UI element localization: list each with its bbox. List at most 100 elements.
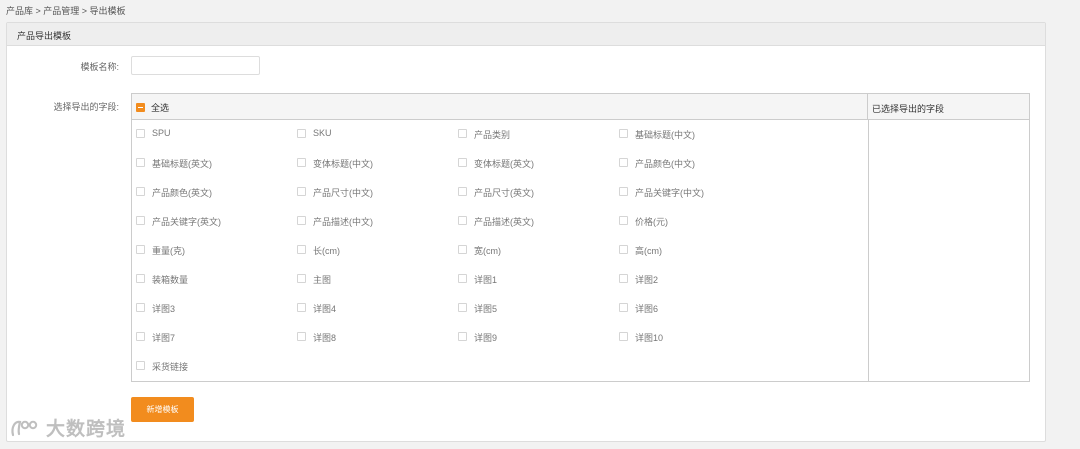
field-checkbox-item[interactable]: 变体标题(中文): [297, 157, 458, 186]
panel-title: 产品导出模板: [7, 23, 1045, 46]
field-checkbox-item[interactable]: 产品关键字(中文): [619, 186, 780, 215]
template-name-input[interactable]: [131, 56, 260, 75]
field-checkbox-item[interactable]: 宽(cm): [458, 244, 619, 273]
field-checkbox-label: 详图5: [474, 304, 498, 314]
field-checkbox-label: 主图: [313, 275, 332, 285]
checkbox-icon[interactable]: [136, 303, 145, 312]
checkbox-icon[interactable]: [458, 303, 467, 312]
field-checkbox-item[interactable]: 详图2: [619, 273, 780, 302]
field-checkbox-item[interactable]: 变体标题(英文): [458, 157, 619, 186]
field-checkbox-item[interactable]: 基础标题(中文): [619, 128, 780, 157]
field-checkbox-item[interactable]: 重量(克): [136, 244, 297, 273]
checkbox-icon[interactable]: [458, 274, 467, 283]
brand-logo-icon: [11, 420, 38, 436]
field-checkbox-item[interactable]: 主图: [297, 273, 458, 302]
field-checkbox-item[interactable]: 基础标题(英文): [136, 157, 297, 186]
field-checkbox-item[interactable]: 长(cm): [297, 244, 458, 273]
field-checkbox-item[interactable]: SPU: [136, 128, 297, 157]
field-checkbox-item[interactable]: 详图7: [136, 331, 297, 360]
checkbox-icon[interactable]: [297, 216, 306, 225]
field-checkbox-label: 产品描述(英文): [474, 217, 534, 227]
field-checkbox-label: SKU: [313, 128, 332, 138]
field-checkbox-label: 采货链接: [152, 362, 189, 372]
checkbox-icon[interactable]: [619, 216, 628, 225]
checkbox-icon[interactable]: [297, 332, 306, 341]
checkbox-icon[interactable]: [297, 158, 306, 167]
field-checkbox-label: 详图4: [313, 304, 337, 314]
field-checkbox-item[interactable]: 产品描述(中文): [297, 215, 458, 244]
field-checkbox-item[interactable]: 详图9: [458, 331, 619, 360]
checkbox-icon[interactable]: [297, 303, 306, 312]
field-checkbox-item[interactable]: 产品描述(英文): [458, 215, 619, 244]
checkbox-icon[interactable]: [297, 245, 306, 254]
checkbox-icon[interactable]: [136, 158, 145, 167]
select-all-label: 全选: [151, 103, 170, 113]
checkbox-icon[interactable]: [297, 274, 306, 283]
checkbox-icon[interactable]: [136, 361, 145, 370]
checkbox-icon[interactable]: [136, 245, 145, 254]
field-checkbox-label: 高(cm): [635, 246, 662, 256]
field-checkbox-item[interactable]: 详图5: [458, 302, 619, 331]
field-checkbox-item[interactable]: 装箱数量: [136, 273, 297, 302]
field-checkbox-label: 详图8: [313, 333, 337, 343]
field-checkbox-label: 宽(cm): [474, 246, 501, 256]
checkbox-icon[interactable]: [619, 303, 628, 312]
checkbox-icon[interactable]: [619, 187, 628, 196]
checkbox-icon[interactable]: [458, 332, 467, 341]
checkbox-icon[interactable]: [136, 129, 145, 138]
field-checkbox-item[interactable]: 产品颜色(中文): [619, 157, 780, 186]
field-checkbox-label: 基础标题(英文): [152, 159, 212, 169]
field-checkbox-item[interactable]: 详图4: [297, 302, 458, 331]
export-template-panel: 产品导出模板 模板名称: 选择导出的字段: 全选 已选择导出的字段 SPU SKU…: [6, 22, 1046, 442]
fields-header: 全选: [132, 94, 868, 120]
field-checkbox-item[interactable]: 详图6: [619, 302, 780, 331]
checkbox-icon[interactable]: [297, 187, 306, 196]
checkbox-icon[interactable]: [136, 332, 145, 341]
checkbox-icon[interactable]: [619, 274, 628, 283]
watermark-text: 大数跨境: [46, 419, 127, 440]
checkbox-icon[interactable]: [136, 216, 145, 225]
field-checkbox-item[interactable]: 详图3: [136, 302, 297, 331]
field-checkbox-label: 详图3: [152, 304, 176, 314]
checkbox-icon[interactable]: [619, 245, 628, 254]
field-checkbox-item[interactable]: 价格(元): [619, 215, 780, 244]
checkbox-icon[interactable]: [619, 158, 628, 167]
field-checkbox-label: 产品尺寸(英文): [474, 188, 534, 198]
field-checkbox-item[interactable]: 产品关键字(英文): [136, 215, 297, 244]
field-checkbox-item[interactable]: 采货链接: [136, 360, 297, 389]
field-checkbox-label: 价格(元): [635, 217, 668, 227]
field-checkbox-item[interactable]: 详图10: [619, 331, 780, 360]
field-checkbox-item[interactable]: 产品颜色(英文): [136, 186, 297, 215]
field-checkbox-grid: SPU SKU 产品类别 基础标题(中文) 基础标题(英文) 变体标题(中文) 变体标题(英…: [136, 128, 866, 389]
checkbox-icon[interactable]: [458, 158, 467, 167]
breadcrumb: 产品库 > 产品管理 > 导出模板: [6, 6, 126, 16]
field-checkbox-label: 产品描述(中文): [313, 217, 373, 227]
checkbox-icon[interactable]: [458, 129, 467, 138]
field-checkbox-label: 产品关键字(中文): [635, 188, 704, 198]
field-checkbox-label: 产品尺寸(中文): [313, 188, 373, 198]
add-template-button[interactable]: 新增模板: [131, 397, 194, 422]
field-checkbox-label: 长(cm): [313, 246, 340, 256]
checkbox-icon[interactable]: [619, 332, 628, 341]
checkbox-icon[interactable]: [297, 129, 306, 138]
checkbox-icon[interactable]: [458, 245, 467, 254]
field-checkbox-item[interactable]: 产品尺寸(英文): [458, 186, 619, 215]
checkbox-icon[interactable]: [136, 274, 145, 283]
field-checkbox-item[interactable]: 详图1: [458, 273, 619, 302]
select-all-checkbox[interactable]: 全选: [136, 101, 169, 114]
field-checkbox-item[interactable]: 产品尺寸(中文): [297, 186, 458, 215]
field-checkbox-item[interactable]: 详图8: [297, 331, 458, 360]
field-checkbox-label: SPU: [152, 128, 171, 138]
fields-label: 选择导出的字段:: [53, 102, 119, 112]
field-checkbox-label: 产品类别: [474, 130, 511, 140]
field-checkbox-item[interactable]: 高(cm): [619, 244, 780, 273]
checkbox-icon[interactable]: [458, 216, 467, 225]
field-checkbox-item[interactable]: 产品类别: [458, 128, 619, 157]
template-name-label: 模板名称:: [80, 62, 119, 72]
checkbox-icon[interactable]: [458, 187, 467, 196]
checkbox-icon[interactable]: [136, 187, 145, 196]
field-checkbox-label: 产品颜色(中文): [635, 159, 695, 169]
field-checkbox-item[interactable]: SKU: [297, 128, 458, 157]
checkbox-icon[interactable]: [619, 129, 628, 138]
field-checkbox-label: 详图7: [152, 333, 176, 343]
